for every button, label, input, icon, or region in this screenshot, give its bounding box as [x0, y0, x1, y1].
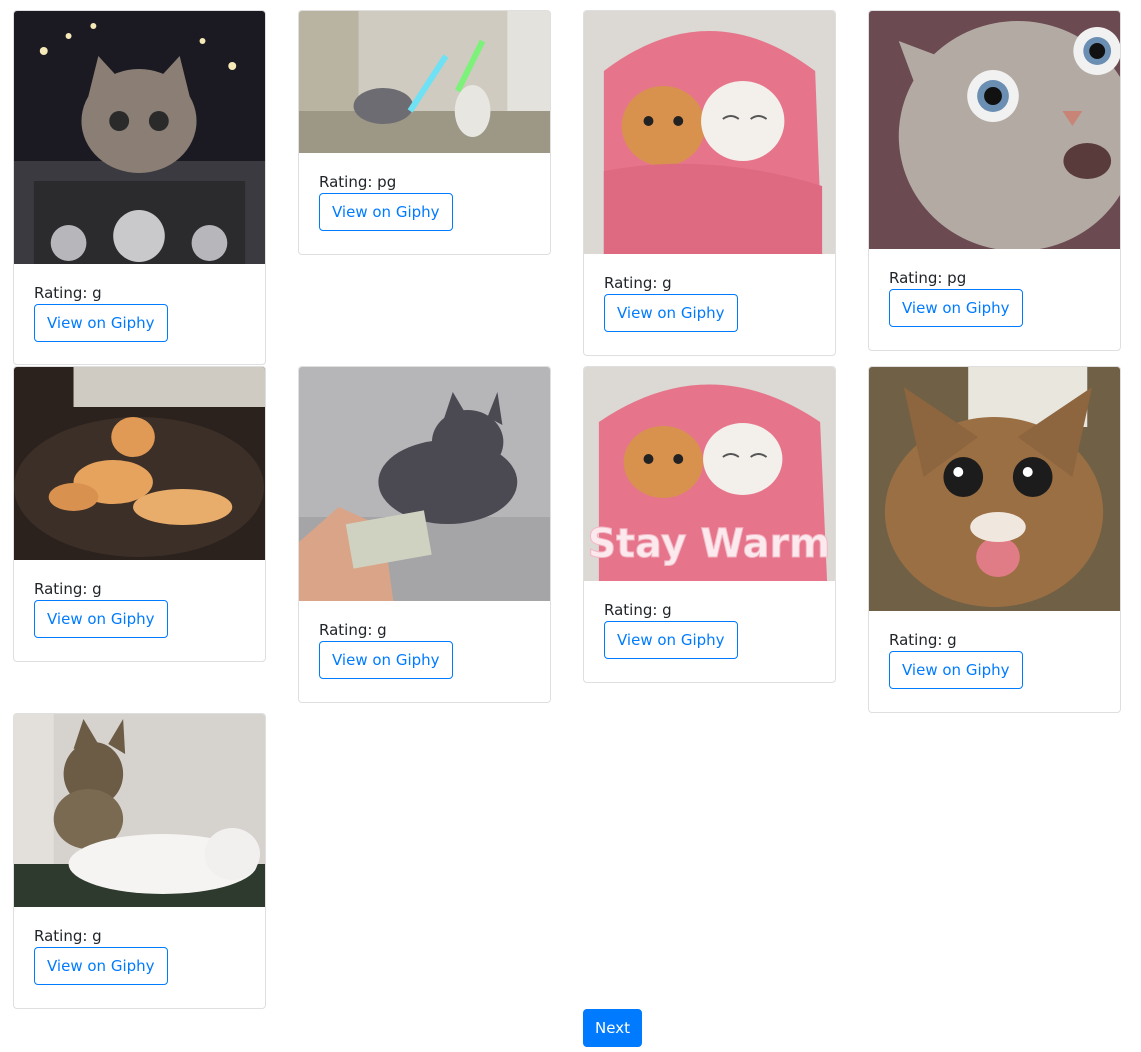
rating-text: Rating: g — [34, 284, 102, 302]
view-on-giphy-button[interactable]: View on Giphy — [34, 600, 168, 638]
gif-image-cat-on-sofa — [14, 367, 265, 560]
gif-image-excited-cat — [869, 367, 1120, 611]
card-body: Rating: g View on Giphy — [299, 601, 550, 698]
view-on-giphy-button[interactable]: View on Giphy — [319, 641, 453, 679]
rating-text: Rating: g — [319, 621, 387, 639]
gif-image-surprised-cat — [869, 11, 1120, 249]
rating-text: Rating: g — [34, 580, 102, 598]
rating-text: Rating: pg — [889, 269, 967, 287]
gif-image-cat-motorcycle — [14, 11, 265, 264]
view-on-giphy-button[interactable]: View on Giphy — [889, 651, 1023, 689]
view-on-giphy-button[interactable]: View on Giphy — [34, 947, 168, 985]
gif-card: Rating: g View on Giphy — [868, 366, 1121, 713]
gif-card: Rating: g View on Giphy — [583, 10, 836, 356]
card-body: Rating: pg View on Giphy — [869, 249, 1120, 346]
card-body: Rating: g View on Giphy — [869, 611, 1120, 708]
next-page-button[interactable]: Next — [583, 1009, 642, 1047]
gif-image-kitten-massage — [14, 714, 265, 907]
view-on-giphy-button[interactable]: View on Giphy — [604, 294, 738, 332]
rating-text: Rating: g — [34, 927, 102, 945]
card-body: Rating: g View on Giphy — [584, 254, 835, 351]
gif-card: Rating: pg View on Giphy — [298, 10, 551, 255]
gif-image-cats-lightsaber — [299, 11, 550, 153]
view-on-giphy-button[interactable]: View on Giphy — [889, 289, 1023, 327]
gif-image-cat-money — [299, 367, 550, 601]
gif-card: Rating: g View on Giphy — [13, 10, 266, 365]
gif-card: Rating: pg View on Giphy — [868, 10, 1121, 351]
rating-text: Rating: g — [604, 274, 672, 292]
gif-card: Rating: g View on Giphy — [13, 713, 266, 1009]
rating-text: Rating: g — [604, 601, 672, 619]
rating-text: Rating: pg — [319, 173, 397, 191]
gif-card: Rating: g View on Giphy — [298, 366, 551, 703]
card-body: Rating: g View on Giphy — [14, 907, 265, 1004]
rating-text: Rating: g — [889, 631, 957, 649]
gif-image-cats-pink-blanket — [584, 11, 835, 254]
stay-warm-caption: Stay Warm — [588, 521, 831, 567]
view-on-giphy-button[interactable]: View on Giphy — [319, 193, 453, 231]
gif-card: Stay Warm Rating: g View on Giphy — [583, 366, 836, 683]
gif-image-cats-stay-warm: Stay Warm — [584, 367, 835, 581]
view-on-giphy-button[interactable]: View on Giphy — [34, 304, 168, 342]
card-body: Rating: g View on Giphy — [14, 560, 265, 657]
card-body: Rating: g View on Giphy — [14, 264, 265, 361]
view-on-giphy-button[interactable]: View on Giphy — [604, 621, 738, 659]
card-body: Rating: pg View on Giphy — [299, 153, 550, 250]
gif-card: Rating: g View on Giphy — [13, 366, 266, 662]
card-body: Rating: g View on Giphy — [584, 581, 835, 678]
